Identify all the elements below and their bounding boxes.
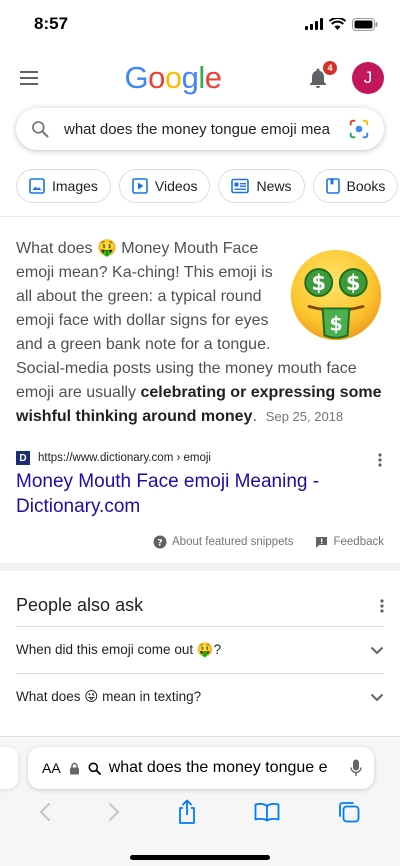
notifications-button[interactable]: 4 [306,61,337,90]
snippet-footer: ? About featured snippets Feedback [0,519,400,549]
bookmarks-icon[interactable] [254,802,280,822]
about-featured-snippets-button[interactable]: ? About featured snippets [153,535,293,549]
logo-letter: G [124,60,149,95]
avatar[interactable]: J [351,62,384,94]
status-time: 8:57 [34,14,69,33]
people-also-ask-header: People also ask [0,571,400,626]
search-input[interactable]: what does the money tongue emoji mea [64,121,334,138]
dictionary-favicon: D [16,451,30,465]
feedback-label: Feedback [333,536,384,548]
status-bar: 8:57 [0,0,400,48]
search-icon [32,121,49,138]
snippet-inline-emoji: 🤑 [96,240,117,257]
feedback-button[interactable]: Feedback [315,536,384,549]
chip-news[interactable]: News [218,169,305,203]
logo-letter: g [181,60,199,95]
play-icon [132,178,148,194]
chip-videos-label: Videos [154,178,198,194]
money-mouth-face-emoji: $ $ $ [290,249,382,341]
book-icon [325,178,340,194]
forward-icon[interactable] [108,802,120,822]
chevron-down-icon [370,693,384,701]
svg-text:$: $ [311,270,326,295]
battery-icon [352,17,378,31]
result-url: https://www.dictionary.com › emoji [38,452,211,464]
menu-icon[interactable] [18,70,40,86]
address-bar[interactable]: AA what does the money tongue e [28,747,374,789]
signal-icon [305,18,323,30]
logo-letter: o [164,60,182,95]
chip-images[interactable]: Images [16,169,111,203]
search-box[interactable]: what does the money tongue emoji mea [16,108,384,150]
chip-books-label: Books [346,178,386,194]
previous-tab-preview[interactable] [0,747,18,789]
status-icons [305,17,378,31]
snippet-text-intro: What does [16,240,97,257]
tabs-icon[interactable] [337,800,361,824]
notification-badge: 4 [322,61,337,75]
reader-settings-label: AA [42,760,61,776]
featured-snippet: $ $ $ What does 🤑 Money Mouth Face emoji… [0,217,400,429]
more-options-icon[interactable] [380,598,384,613]
result-title-link[interactable]: Money Mouth Face emoji Meaning - Diction… [0,465,400,519]
svg-text:$: $ [346,270,361,295]
reader-settings-button[interactable]: AA [42,760,61,776]
help-icon: ? [153,535,167,549]
people-also-ask-title: People also ask [16,595,144,615]
share-icon[interactable] [177,799,197,825]
paa-question[interactable]: When did this emoji come out 🤑? [16,626,384,673]
chip-videos[interactable]: Videos [118,169,211,203]
lock-icon [69,762,79,774]
google-lens-icon[interactable] [348,118,370,140]
browser-bottom-bar: AA what does the money tongue e [0,736,400,866]
paa-question[interactable]: What does 😜 mean in texting? [16,673,384,720]
result-source[interactable]: D https://www.dictionary.com › emoji [0,451,400,467]
section-separator [0,563,400,571]
news-icon [231,178,250,194]
paa-question-text: What does 😜 mean in texting? [16,689,202,704]
svg-text:?: ? [157,539,162,549]
logo-letter: e [204,60,222,95]
snippet-text-end: . [252,408,257,425]
wifi-icon [329,18,346,30]
snippet-date: Sep 25, 2018 [265,409,344,424]
browser-toolbar [0,797,400,827]
chip-books[interactable]: Books [312,169,399,203]
google-header: Google 4 J [0,48,400,108]
paa-question-text: When did this emoji come out 🤑? [16,642,222,657]
more-options-icon[interactable] [378,453,382,467]
chevron-down-icon [370,646,384,654]
filter-chips: Images Videos News Books [0,169,400,203]
chip-news-label: News [256,178,292,194]
svg-text:$: $ [329,313,342,336]
logo-letter: o [148,60,165,95]
microphone-icon[interactable] [350,759,362,777]
chip-images-label: Images [52,178,98,194]
feedback-icon [316,536,328,548]
home-indicator [130,855,270,860]
image-icon [29,178,45,194]
search-icon [88,762,101,775]
google-logo[interactable]: Google [124,60,222,96]
address-text: what does the money tongue e [108,759,328,776]
about-featured-snippets-label: About featured snippets [172,536,294,548]
back-icon[interactable] [39,802,51,822]
